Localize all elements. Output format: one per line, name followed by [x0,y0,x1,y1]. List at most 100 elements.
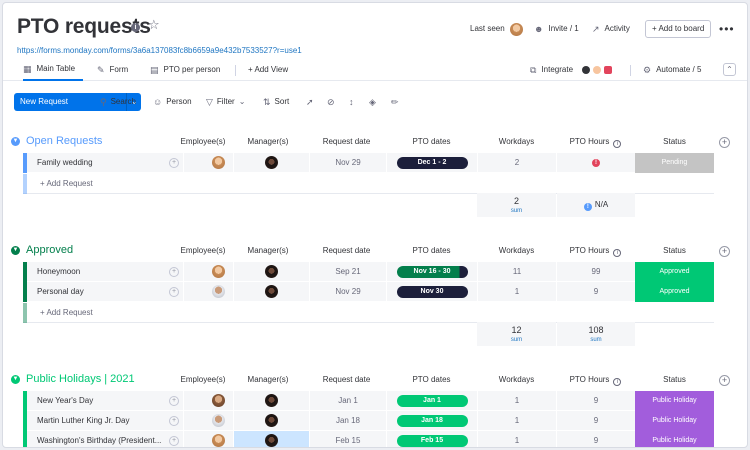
table-row[interactable]: Family wedding + Nov 29 Dec 1 - 2 2 ! Pen… [23,153,714,173]
pto-hours-cell[interactable]: 9 [556,282,635,302]
add-view-button[interactable]: + Add View [248,59,288,81]
add-item-row[interactable]: + Add Request [23,174,714,194]
pto-dates-cell[interactable]: Nov 30 [386,282,477,302]
form-url-link[interactable]: https://forms.monday.com/forms/3a6a13708… [17,46,302,55]
status-badge[interactable]: Pending [635,153,714,173]
person-filter-button[interactable]: ☺ Person [153,93,192,111]
row-height-icon[interactable]: ↕ [349,93,354,111]
manager-cell[interactable] [233,262,309,282]
workdays-cell[interactable]: 1 [477,282,556,302]
star-icon[interactable]: ☆ [148,18,160,31]
status-badge[interactable]: Approved [635,282,714,302]
manager-cell[interactable] [233,282,309,302]
workdays-cell[interactable]: 11 [477,262,556,282]
request-date-cell[interactable]: Sep 21 [309,262,386,282]
request-date-cell[interactable]: Jan 18 [309,411,386,431]
integrate-button[interactable]: ⧉ Integrate [530,59,613,81]
request-date-cell[interactable]: Jan 1 [309,391,386,411]
request-date-cell[interactable]: Nov 29 [309,153,386,173]
filter-button[interactable]: ▽ Filter ⌄ [206,93,245,111]
workdays-cell[interactable]: 1 [477,391,556,411]
manager-cell[interactable] [233,411,309,431]
column-header-status[interactable]: Status [635,136,714,148]
item-name[interactable]: Personal day + [27,282,183,302]
column-header-status[interactable]: Status [635,245,714,257]
column-header-managers[interactable]: Manager(s) [233,136,303,148]
request-date-cell[interactable]: Nov 29 [309,282,386,302]
collapse-group-icon[interactable]: ▼ [11,137,20,146]
column-header-managers[interactable]: Manager(s) [233,374,303,386]
item-name[interactable]: Washington's Birthday (President... + [27,431,183,447]
column-header-workdays[interactable]: Workdays [477,374,556,386]
column-header-employees[interactable]: Employee(s) [163,245,243,257]
more-options-icon[interactable]: ••• [719,20,735,38]
status-badge[interactable]: Public Holiday [635,411,714,431]
add-column-icon[interactable]: + [719,137,730,148]
item-name[interactable]: New Year's Day + [27,391,183,411]
add-update-icon[interactable]: + [169,396,179,406]
manager-cell[interactable] [233,431,309,447]
pto-dates-cell[interactable]: Nov 16 - 30 [386,262,477,282]
info-icon[interactable]: i [613,140,622,148]
status-badge[interactable]: Public Holiday [635,431,714,447]
add-update-icon[interactable]: + [169,287,179,297]
column-header-pto-dates[interactable]: PTO dates [386,136,477,148]
add-column-icon[interactable]: + [719,375,730,386]
pto-dates-cell[interactable]: Jan 1 [386,391,477,411]
tab-main-table[interactable]: ▦ Main Table [23,59,83,81]
item-name[interactable]: Honeymoon + [27,262,183,282]
manager-cell[interactable] [233,153,309,173]
add-update-icon[interactable]: + [169,158,179,168]
column-header-pto-dates[interactable]: PTO dates [386,374,477,386]
info-icon[interactable]: i [613,378,622,386]
pto-hours-cell[interactable]: 9 [556,411,635,431]
paint-icon[interactable]: ✏ [391,93,399,111]
collapse-group-icon[interactable]: ▼ [11,246,20,255]
pto-hours-cell[interactable]: 9 [556,431,635,447]
status-badge[interactable]: Public Holiday [635,391,714,411]
workdays-cell[interactable]: 2 [477,153,556,173]
table-row[interactable]: Honeymoon + Sep 21 Nov 16 - 30 11 99 Appr… [23,262,714,282]
color-icon[interactable]: ◈ [369,93,376,111]
invite-button[interactable]: ☻ Invite / 1 [534,20,579,38]
last-seen[interactable]: Last seen [470,20,523,38]
column-header-employees[interactable]: Employee(s) [163,136,243,148]
manager-cell[interactable] [233,391,309,411]
tab-pto-per-person[interactable]: ▤ PTO per person [150,59,220,81]
group-title-approved[interactable]: Approved [26,244,73,257]
add-to-board-button[interactable]: + Add to board [645,20,712,38]
workdays-cell[interactable]: 1 [477,431,556,447]
add-item-row[interactable]: + Add Request [23,303,714,323]
pto-hours-cell[interactable]: 99 [556,262,635,282]
pto-hours-cell[interactable]: ! [556,153,635,173]
pto-dates-cell[interactable]: Dec 1 - 2 [386,153,477,173]
activity-button[interactable]: ↗ Activity [592,20,630,38]
collapse-group-icon[interactable]: ▼ [11,375,20,384]
table-row[interactable]: Martin Luther King Jr. Day + Jan 18 Jan 1… [23,411,714,431]
column-header-employees[interactable]: Employee(s) [163,374,243,386]
sort-button[interactable]: ⇅ Sort [263,93,289,111]
tab-form[interactable]: ✎ Form [97,59,128,81]
pto-hours-cell[interactable]: 9 [556,391,635,411]
column-header-pto-hours[interactable]: PTO Hours i [556,136,635,148]
group-title-open-requests[interactable]: Open Requests [26,135,102,148]
table-row[interactable]: Personal day + Nov 29 Nov 30 1 9 Approved [23,282,714,302]
column-header-pto-hours[interactable]: PTO Hours i [556,374,635,386]
column-header-pto-dates[interactable]: PTO dates [386,245,477,257]
group-title-public-holidays[interactable]: Public Holidays | 2021 [26,373,135,386]
pin-icon[interactable]: ➚ [306,93,314,111]
column-header-request-date[interactable]: Request date [309,245,384,257]
column-header-status[interactable]: Status [635,374,714,386]
automate-button[interactable]: ⚙ Automate / 5 [643,59,701,81]
column-header-request-date[interactable]: Request date [309,374,384,386]
info-icon[interactable]: i [613,249,622,257]
pto-dates-cell[interactable]: Jan 18 [386,411,477,431]
column-header-managers[interactable]: Manager(s) [233,245,303,257]
search-button[interactable]: ⚲ Search [100,93,136,111]
request-date-cell[interactable]: Feb 15 [309,431,386,447]
collapse-header-icon[interactable]: ⌃ [723,63,736,76]
item-name[interactable]: Martin Luther King Jr. Day + [27,411,183,431]
add-update-icon[interactable]: + [169,267,179,277]
pto-dates-cell[interactable]: Feb 15 [386,431,477,447]
table-row[interactable]: Washington's Birthday (President... + Feb… [23,431,714,447]
